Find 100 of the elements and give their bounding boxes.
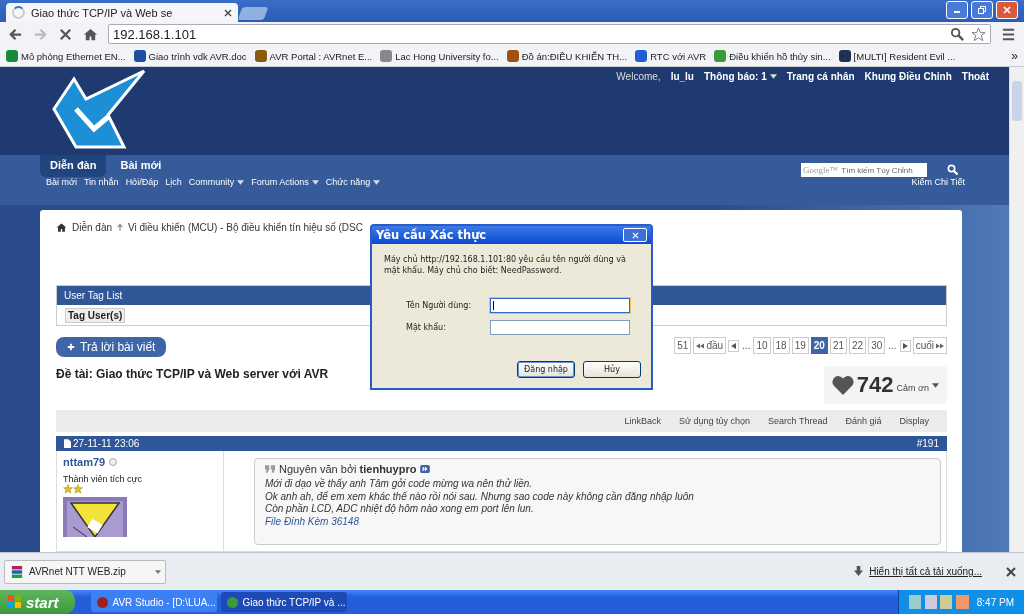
page-link[interactable]: 51	[674, 337, 692, 354]
dialog-title: Yêu cầu Xác thực	[376, 228, 487, 242]
caret-icon	[311, 179, 319, 185]
username-link[interactable]: lu_lu	[670, 71, 694, 82]
bookmark-item[interactable]: Đồ án:ĐIỀU KHIỂN TH...	[506, 50, 628, 62]
input-field[interactable]	[490, 298, 630, 313]
notifications-menu[interactable]: Thông báo: 1	[704, 71, 777, 82]
search-icon[interactable]	[950, 26, 965, 42]
quote-text: Ok anh ah, để em xem khác thế nào rồi nói sau. Nhưng sao code này không cần đăng nhập luôn	[265, 490, 695, 503]
next-page-button[interactable]	[899, 339, 911, 352]
browser-tab[interactable]: Giao thức TCP/IP và Web se	[6, 3, 238, 22]
double-arrow-icon	[936, 342, 944, 349]
page-icon	[635, 50, 648, 62]
first-page-link[interactable]: đầu	[693, 337, 727, 354]
stop-icon[interactable]	[58, 26, 73, 42]
more-bookmarks-button[interactable]: »	[1011, 49, 1018, 63]
scrollbar[interactable]	[1009, 67, 1024, 552]
close-button[interactable]	[623, 228, 647, 242]
thanks-box[interactable]: 742 Cảm ơn	[823, 366, 947, 404]
thanks-label: Cảm ơn	[896, 383, 929, 393]
bookmark-item[interactable]: Điều khiển hồ thủy sin...	[714, 50, 831, 62]
input-field[interactable]	[490, 320, 630, 335]
minimize-button[interactable]	[946, 1, 968, 19]
last-page-link[interactable]: cuối	[912, 337, 947, 354]
close-icon[interactable]	[1006, 566, 1016, 577]
taskbar-button[interactable]: Giao thức TCP/IP và ...	[220, 592, 347, 612]
document-icon	[64, 439, 71, 448]
download-item[interactable]: AVRnet NTT WEB.zip	[4, 559, 166, 584]
home-icon[interactable]	[83, 26, 98, 42]
bookmark-item[interactable]: [MULTI] Resident Evil ...	[838, 50, 956, 62]
reply-button[interactable]: Trả lời bài viết	[56, 337, 167, 357]
author-link[interactable]: nttam79	[63, 456, 106, 468]
page-link[interactable]: 10	[753, 337, 771, 354]
taskbar-button[interactable]: AVR Studio - [D:\LUA...	[90, 592, 217, 612]
caret-icon	[237, 179, 245, 185]
attachment-link[interactable]: File Đính Kèm 36148	[265, 515, 930, 528]
menu-icon[interactable]	[1001, 26, 1016, 42]
page-link[interactable]: 21	[829, 337, 848, 354]
thread-tool-link[interactable]: Search Thread	[768, 416, 828, 426]
user-link[interactable]: Khung Điều Chỉnh	[864, 71, 952, 82]
thread-tool-link[interactable]: LinkBack	[624, 416, 661, 426]
nav-tab[interactable]: Diễn đàn	[40, 155, 107, 177]
dialog-button[interactable]: Hủy	[583, 361, 641, 378]
thread-tool-link[interactable]: Sử dụng tùy chọn	[679, 416, 751, 426]
post-date: 27-11-11 23:06	[64, 438, 140, 449]
user-rank: Thành viên tích cực	[63, 474, 143, 484]
google-logo: Google™	[803, 165, 839, 175]
thread-tool-link[interactable]: Display	[899, 416, 929, 426]
show-all-downloads-link[interactable]: Hiển thị tất cả tải xuống...	[869, 566, 982, 577]
subnav-link[interactable]: Hỏi/Đáp	[125, 177, 159, 187]
caret-icon	[932, 382, 939, 388]
dialog-message: Máy chủ http://192.168.1.101:80 yêu cầu tên người dùng và mật khẩu. Máy chủ cho biết: NeedPassword.	[384, 254, 627, 276]
user-link[interactable]: Thoát	[961, 71, 989, 82]
thread-tool-link[interactable]: Đánh giá	[845, 416, 882, 426]
home-icon[interactable]	[56, 221, 67, 233]
previous-page-button[interactable]	[728, 339, 740, 352]
view-post-icon[interactable]	[420, 465, 431, 473]
caret-icon[interactable]	[155, 569, 161, 574]
back-icon[interactable]	[8, 26, 23, 42]
restore-button[interactable]	[971, 1, 993, 19]
bookmark-item[interactable]: Mô phỏng Ethernet EN...	[6, 50, 126, 62]
windows-logo-icon	[8, 595, 22, 609]
page-icon	[6, 50, 18, 62]
subnav-link[interactable]: Bài mới	[46, 177, 77, 187]
bookmark-item[interactable]: Giao trình vdk AVR.doc	[133, 50, 247, 62]
subnav-link[interactable]: Chức năng	[325, 177, 381, 187]
page-link[interactable]: 19	[791, 337, 809, 354]
page-link[interactable]: 20	[810, 337, 828, 354]
subnav-link[interactable]: Community	[188, 177, 245, 187]
page-icon	[254, 50, 267, 62]
subnav-link[interactable]: Tin nhắn	[83, 177, 119, 187]
clock: 8:47 PM	[976, 596, 1014, 608]
dialog-button[interactable]: Đăng nhập	[517, 361, 575, 378]
rank-stars-icon	[63, 484, 83, 494]
quote-text: Mới đi dạo về thấy anh Tâm gởi code mừng wa nên thử liền.	[265, 478, 534, 491]
right-triangle-icon	[902, 342, 908, 349]
page-link[interactable]: 18	[772, 337, 790, 354]
address-field[interactable]: 192.168.1.101	[108, 24, 991, 44]
subnav-link[interactable]: Lịch	[165, 177, 182, 187]
welcome-text: Welcome,	[616, 71, 661, 82]
new-tab-button[interactable]	[237, 7, 269, 20]
advanced-search-link[interactable]: Kiếm Chi Tiết	[911, 177, 965, 187]
close-button[interactable]	[996, 1, 1018, 19]
page-link[interactable]: 22	[849, 337, 867, 354]
restore-icon	[977, 5, 987, 15]
nav-tab[interactable]: Bài mới	[110, 155, 172, 177]
bookmark-item[interactable]: Lac Hong University fo...	[380, 50, 499, 62]
tag-users-button[interactable]: Tag User(s)	[65, 308, 126, 323]
page-link[interactable]: 30	[868, 337, 886, 354]
close-icon[interactable]	[224, 8, 232, 17]
bookmark-item[interactable]: AVR Portal : AVRnet E...	[254, 50, 373, 62]
post-number[interactable]: #191	[916, 438, 939, 449]
breadcrumb-link[interactable]: Vi điều khiển (MCU) - Bộ điều khiển tín hiệu số (DSC	[128, 221, 363, 233]
user-link[interactable]: Trang cá nhân	[786, 71, 855, 82]
subnav-link[interactable]: Forum Actions	[251, 177, 319, 187]
bookmark-item[interactable]: RTC với AVR	[635, 50, 707, 62]
search-icon[interactable]	[947, 164, 959, 176]
plus-icon	[67, 343, 75, 351]
breadcrumb-link[interactable]: Diễn đàn	[72, 221, 113, 233]
star-icon[interactable]	[971, 26, 986, 42]
